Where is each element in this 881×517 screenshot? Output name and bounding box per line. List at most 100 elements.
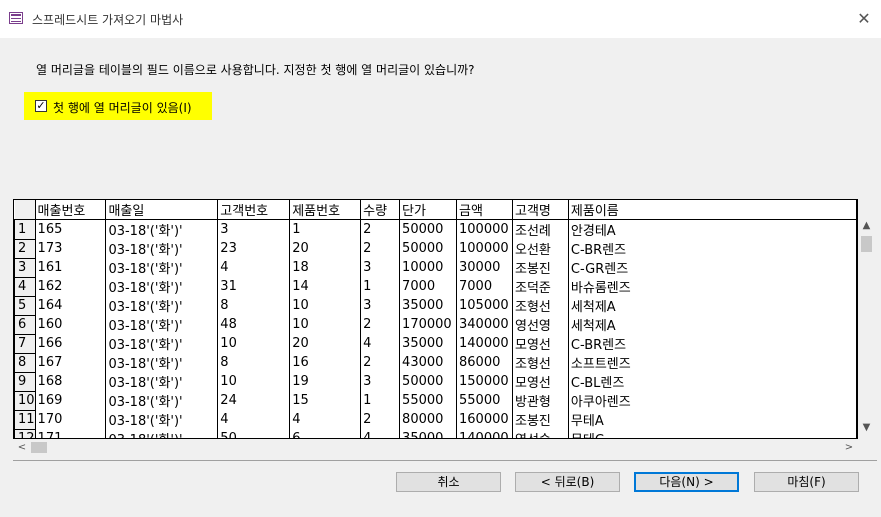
table-cell: 2 bbox=[360, 315, 401, 334]
back-button[interactable]: < 뒤로(B) bbox=[515, 472, 620, 492]
table-cell: C-GR렌즈 bbox=[568, 258, 857, 277]
column-header[interactable]: 매출번호 bbox=[35, 200, 107, 220]
first-row-headers-checkbox[interactable]: ✓ bbox=[35, 100, 47, 112]
row-number[interactable]: 3 bbox=[14, 257, 36, 278]
table-row[interactable]: 3 161 03-18'('화')' 4 18 3 10000 30000 조봉진 C-GR렌즈 bbox=[14, 257, 857, 278]
scroll-down-icon[interactable]: ▼ bbox=[858, 421, 875, 435]
table-cell: 조형선 bbox=[512, 353, 569, 372]
data-preview-grid[interactable]: 매출번호 매출일 고객번호 제품번호 수량 단가 금액 고객명 제품이름 1 16… bbox=[13, 199, 858, 439]
horizontal-scroll-thumb[interactable] bbox=[31, 442, 47, 453]
table-cell: 162 bbox=[35, 277, 107, 296]
scroll-left-icon[interactable]: < bbox=[15, 439, 29, 456]
spreadsheet-app-icon bbox=[9, 12, 23, 24]
vertical-scrollbar[interactable]: ▲ ▼ bbox=[858, 217, 875, 439]
table-cell: 조봉진 bbox=[512, 258, 569, 277]
table-cell: 150000 bbox=[456, 372, 513, 391]
row-number[interactable]: 7 bbox=[14, 333, 36, 354]
table-cell: 무테A bbox=[568, 410, 857, 429]
table-cell: 164 bbox=[35, 296, 107, 315]
column-header[interactable]: 단가 bbox=[399, 200, 458, 220]
row-number[interactable]: 1 bbox=[14, 219, 36, 240]
table-cell: 35000 bbox=[399, 334, 458, 353]
table-cell: 15 bbox=[289, 391, 362, 410]
table-cell: 50 bbox=[217, 429, 291, 438]
finish-button[interactable]: 마침(F) bbox=[754, 472, 859, 492]
table-row[interactable]: 10 169 03-18'('화')' 24 15 1 55000 55000 방관형 아쿠아렌즈 bbox=[14, 390, 857, 411]
first-row-headers-label[interactable]: 첫 행에 열 머리글이 있음(I) bbox=[53, 99, 192, 116]
table-cell: 3 bbox=[360, 258, 401, 277]
table-cell: 2 bbox=[360, 410, 401, 429]
table-cell: 소프트렌즈 bbox=[568, 353, 857, 372]
cancel-button[interactable]: 취소 bbox=[396, 472, 501, 492]
table-cell: 160000 bbox=[456, 410, 513, 429]
table-cell: 170 bbox=[35, 410, 107, 429]
table-cell: 03-18'('화')' bbox=[105, 353, 219, 372]
row-number[interactable]: 8 bbox=[14, 352, 36, 373]
table-row[interactable]: 6 160 03-18'('화')' 48 10 2 170000 340000 영선영 세척제A bbox=[14, 314, 857, 335]
table-cell: 35000 bbox=[399, 296, 458, 315]
table-cell: 100000 bbox=[456, 239, 513, 258]
table-row[interactable]: 9 168 03-18'('화')' 10 19 3 50000 150000 모영선 C-BL렌… bbox=[14, 371, 857, 392]
table-cell: 43000 bbox=[399, 353, 458, 372]
table-cell: 4 bbox=[360, 429, 401, 438]
scroll-right-icon[interactable]: > bbox=[842, 439, 856, 456]
table-row[interactable]: 1217103-18'('화')'506435000140000영선숙무테C bbox=[14, 428, 857, 438]
table-cell: 03-18'('화')' bbox=[105, 429, 219, 438]
table-cell: 100000 bbox=[456, 219, 513, 239]
table-row[interactable]: 5 164 03-18'('화')' 8 10 3 35000 105000 조형선 세척제A bbox=[14, 295, 857, 316]
table-cell: C-BR렌즈 bbox=[568, 334, 857, 353]
table-cell: 169 bbox=[35, 391, 107, 410]
table-row[interactable]: 2 173 03-18'('화')' 23 20 2 50000 100000 오선환 C-BR렌… bbox=[14, 238, 857, 259]
table-cell: C-BL렌즈 bbox=[568, 372, 857, 391]
table-cell: 03-18'('화')' bbox=[105, 391, 219, 410]
table-row[interactable]: 7 166 03-18'('화')' 10 20 4 35000 140000 모영선 C-BR렌… bbox=[14, 333, 857, 354]
table-cell: 160 bbox=[35, 315, 107, 334]
column-header[interactable]: 제품번호 bbox=[289, 200, 362, 220]
row-number[interactable]: 11 bbox=[14, 409, 36, 430]
table-cell: 영선숙 bbox=[512, 429, 569, 438]
table-cell: 03-18'('화')' bbox=[105, 239, 219, 258]
vertical-scroll-thumb[interactable] bbox=[861, 236, 872, 252]
table-cell: 4 bbox=[217, 410, 291, 429]
header-row: 매출번호 매출일 고객번호 제품번호 수량 단가 금액 고객명 제품이름 bbox=[14, 200, 857, 220]
row-number[interactable]: 4 bbox=[14, 276, 36, 297]
table-cell: 18 bbox=[289, 258, 362, 277]
table-cell: 173 bbox=[35, 239, 107, 258]
preview-table: 매출번호 매출일 고객번호 제품번호 수량 단가 금액 고객명 제품이름 1 16… bbox=[14, 200, 857, 438]
table-cell: 아쿠아렌즈 bbox=[568, 391, 857, 410]
table-cell: 03-18'('화')' bbox=[105, 296, 219, 315]
table-cell: 모영선 bbox=[512, 334, 569, 353]
table-cell: 조봉진 bbox=[512, 410, 569, 429]
table-cell: 03-18'('화')' bbox=[105, 315, 219, 334]
row-number[interactable]: 5 bbox=[14, 295, 36, 316]
table-cell: 23 bbox=[217, 239, 291, 258]
column-header[interactable]: 수량 bbox=[360, 200, 401, 220]
row-number[interactable]: 10 bbox=[14, 390, 36, 411]
table-cell: 세척제A bbox=[568, 296, 857, 315]
window-title: 스프레드시트 가져오기 마법사 bbox=[32, 13, 184, 27]
horizontal-scrollbar[interactable]: < > bbox=[13, 439, 858, 456]
column-header[interactable]: 고객명 bbox=[512, 200, 569, 220]
table-cell: 340000 bbox=[456, 315, 513, 334]
table-row[interactable]: 11 170 03-18'('화')' 4 4 2 80000 160000 조봉진 무테A bbox=[14, 409, 857, 430]
table-row[interactable]: 4 162 03-18'('화')' 31 14 1 7000 7000 조덕준 바슈롬렌즈 bbox=[14, 276, 857, 297]
row-number[interactable]: 9 bbox=[14, 371, 36, 392]
table-cell: 7000 bbox=[456, 277, 513, 296]
column-header[interactable]: 금액 bbox=[456, 200, 513, 220]
table-row[interactable]: 1 165 03-18'('화')' 3 1 2 50000 100000 조선례 안경테A bbox=[14, 219, 857, 240]
scroll-up-icon[interactable]: ▲ bbox=[858, 219, 875, 233]
row-number[interactable]: 6 bbox=[14, 314, 36, 335]
table-cell: 10 bbox=[289, 315, 362, 334]
table-cell: 1 bbox=[360, 277, 401, 296]
row-number[interactable]: 12 bbox=[14, 428, 36, 438]
column-header[interactable]: 매출일 bbox=[105, 200, 219, 220]
table-cell: 8 bbox=[217, 296, 291, 315]
column-header[interactable]: 고객번호 bbox=[217, 200, 291, 220]
column-header[interactable]: 제품이름 bbox=[568, 200, 857, 220]
row-number[interactable]: 2 bbox=[14, 238, 36, 259]
table-row[interactable]: 8 167 03-18'('화')' 8 16 2 43000 86000 조형선 소프트렌즈 bbox=[14, 352, 857, 373]
table-cell: 2 bbox=[360, 239, 401, 258]
next-button[interactable]: 다음(N) > bbox=[634, 472, 739, 492]
table-cell: 영선영 bbox=[512, 315, 569, 334]
close-icon[interactable]: ✕ bbox=[851, 6, 877, 32]
